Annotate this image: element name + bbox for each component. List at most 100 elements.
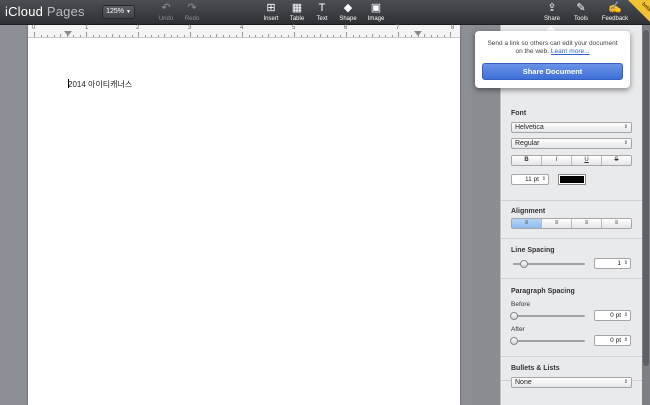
ruler-tick <box>235 35 237 37</box>
ruler-tick <box>138 32 139 37</box>
before-spacing-stepper[interactable]: 0 pt ⇕ <box>594 310 631 321</box>
before-spacing-slider[interactable] <box>510 312 585 320</box>
ruler-tick <box>183 35 185 37</box>
ruler-tick <box>385 35 386 37</box>
ruler-tick <box>255 35 256 37</box>
font-style-select[interactable]: Regular ⇕ <box>511 138 632 149</box>
updown-icon: ⇕ <box>541 176 546 182</box>
shape-button[interactable]: ◆ Shape <box>334 2 362 23</box>
ruler-tick <box>209 35 211 37</box>
align-justify-button[interactable]: ≡ <box>602 219 631 228</box>
font-section-title: Font <box>511 110 527 117</box>
ruler-tick <box>105 35 107 37</box>
slider-knob[interactable] <box>510 312 518 320</box>
after-spacing-stepper[interactable]: 0 pt ⇕ <box>594 335 631 346</box>
ruler-tick <box>313 35 315 37</box>
ruler-tick <box>359 35 360 37</box>
ruler-number: 7 <box>396 25 400 31</box>
bold-button[interactable]: B <box>512 156 542 165</box>
ruler-tick <box>131 35 133 37</box>
ruler-tick <box>274 35 276 37</box>
undo-icon: ↶ <box>161 2 171 14</box>
alignment-segmented: ≡ ≡ ≡ ≡ <box>511 218 632 229</box>
ruler-tick <box>92 35 94 37</box>
image-button[interactable]: ▣ Image <box>362 2 390 23</box>
ruler-tick <box>398 32 399 37</box>
bullets-section: Bullets & Lists None ⇕ <box>501 356 643 405</box>
zoom-select[interactable]: 125% ▼ <box>102 5 135 19</box>
ruler-number: 1 <box>85 25 89 31</box>
bullets-select[interactable]: None ⇕ <box>511 377 632 388</box>
chevron-down-icon: ▼ <box>125 9 131 15</box>
underline-button[interactable]: U <box>572 156 602 165</box>
ruler-tick <box>281 35 282 37</box>
learn-more-link[interactable]: Learn more... <box>551 48 590 55</box>
feedback-icon: ✍ <box>608 2 622 14</box>
slider-knob[interactable] <box>520 260 528 268</box>
zoom-value: 125% <box>106 8 124 15</box>
ruler-number: 2 <box>136 25 140 31</box>
redo-button[interactable]: ↷ Redo <box>178 2 206 23</box>
before-label: Before <box>511 301 531 308</box>
text-button[interactable]: T Text <box>308 2 336 23</box>
scrollbar-thumb[interactable] <box>643 30 649 366</box>
ruler-tick <box>430 35 432 37</box>
italic-button[interactable]: I <box>542 156 572 165</box>
ruler-tick <box>352 35 354 37</box>
ruler-tick <box>203 35 204 37</box>
font-size-stepper[interactable]: 11 pt ⇕ <box>511 174 549 185</box>
after-label: After <box>511 326 525 333</box>
ruler-tick <box>365 35 367 37</box>
after-spacing-slider[interactable] <box>510 337 585 345</box>
feedback-button[interactable]: ✍ Feedback <box>600 2 630 23</box>
document-text[interactable]: 2014 아이티캐너스 <box>68 79 132 90</box>
ruler-tick <box>190 32 191 37</box>
align-center-button[interactable]: ≡ <box>542 219 572 228</box>
slider-knob[interactable] <box>510 337 518 345</box>
share-document-button[interactable]: Share Document <box>482 63 623 80</box>
strikethrough-button[interactable]: S <box>602 156 631 165</box>
ruler-tick <box>261 35 263 37</box>
line-spacing-stepper[interactable]: 1 ⇕ <box>594 258 631 269</box>
ruler-tick <box>196 35 198 37</box>
brand-pages: Pages <box>46 4 85 19</box>
line-spacing-slider[interactable] <box>513 260 585 268</box>
ruler-number: 4 <box>240 25 244 31</box>
share-button[interactable]: ⇪ Share <box>538 2 566 23</box>
line-spacing-section: Line Spacing 1 ⇕ <box>501 239 643 279</box>
ruler-tick <box>118 35 120 37</box>
ruler-tick <box>248 35 250 37</box>
updown-icon: ⇕ <box>623 337 628 343</box>
font-family-select[interactable]: Helvetica ⇕ <box>511 122 632 133</box>
ruler-number: 3 <box>188 25 192 31</box>
share-message: Send a link so others can edit your docu… <box>487 40 618 55</box>
ruler-tick <box>47 35 48 37</box>
line-spacing-title: Line Spacing <box>511 247 555 254</box>
undo-button[interactable]: ↶ Undo <box>152 2 180 23</box>
ruler-tick <box>443 35 445 37</box>
ruler-tick <box>177 35 178 37</box>
ruler-tick <box>99 35 100 37</box>
toolbar: iCloud Pages 125% ▼ ↶ Undo ↷ Redo ⊞ Inser… <box>0 0 650 25</box>
insert-button[interactable]: ⊞ Insert <box>257 2 285 23</box>
ruler-tick <box>424 34 425 37</box>
ruler-tick <box>229 35 230 37</box>
share-icon: ⇪ <box>547 2 557 14</box>
table-button[interactable]: ▦ Table <box>283 2 311 23</box>
left-margin-marker[interactable] <box>64 31 72 36</box>
align-right-button[interactable]: ≡ <box>572 219 602 228</box>
bullets-title: Bullets & Lists <box>511 365 560 372</box>
ruler-tick <box>53 35 55 37</box>
updown-icon: ⇕ <box>623 312 628 318</box>
wrench-icon: ✎ <box>576 2 586 14</box>
align-left-button[interactable]: ≡ <box>512 219 542 228</box>
tools-button[interactable]: ✎ Tools <box>567 2 595 23</box>
text-color-swatch[interactable] <box>558 174 586 185</box>
ruler[interactable]: 0 1 2 3 4 5 6 7 8 <box>28 25 460 38</box>
ruler-tick <box>417 35 419 37</box>
ruler-tick <box>112 34 113 37</box>
ruler-tick <box>34 32 35 37</box>
ruler-tick <box>222 35 224 37</box>
shape-icon: ◆ <box>343 2 353 14</box>
redo-icon: ↷ <box>187 2 197 14</box>
